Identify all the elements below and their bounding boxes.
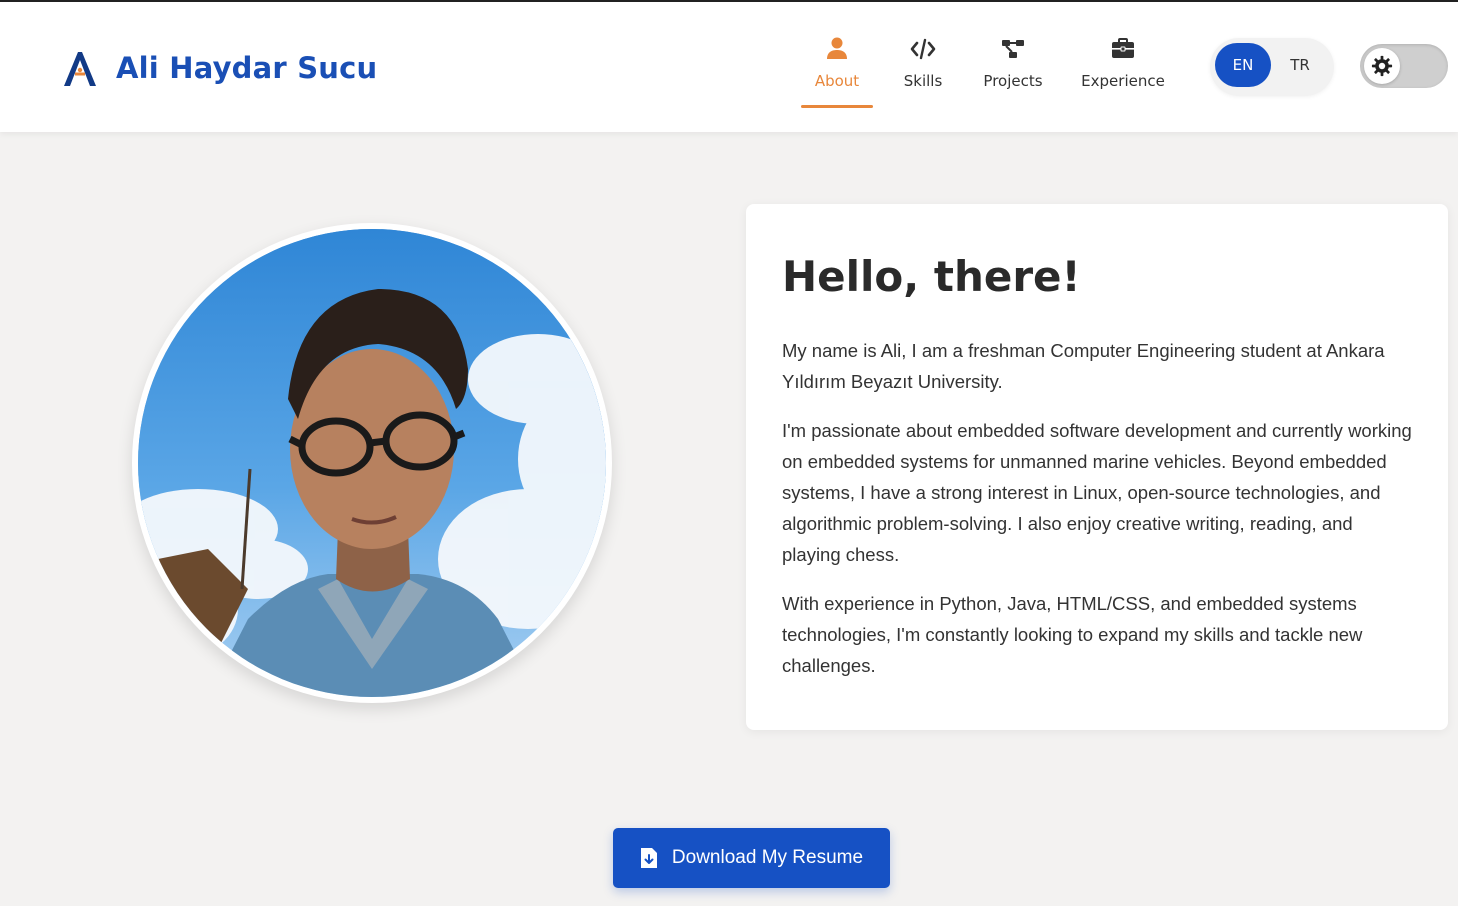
nav-label-about: About bbox=[814, 72, 860, 90]
nav-item-about[interactable]: About bbox=[801, 36, 873, 108]
about-paragraph-3: With experience in Python, Java, HTML/CS… bbox=[782, 593, 1363, 676]
theme-knob bbox=[1364, 48, 1400, 84]
language-switch: EN TR bbox=[1210, 38, 1334, 96]
download-resume-button[interactable]: Download My Resume bbox=[613, 828, 890, 888]
nav-label-experience: Experience bbox=[1081, 72, 1165, 90]
code-icon bbox=[910, 38, 936, 60]
nav-label-skills: Skills bbox=[903, 72, 943, 90]
profile-photo-frame bbox=[132, 223, 612, 703]
about-paragraph-1: My name is Ali, I am a freshman Computer… bbox=[782, 340, 1385, 392]
download-resume-label: Download My Resume bbox=[671, 847, 864, 868]
user-icon bbox=[827, 37, 847, 59]
lang-tr-button[interactable]: TR bbox=[1272, 43, 1328, 87]
nav-item-skills[interactable]: Skills bbox=[896, 36, 950, 106]
about-card: Hello, there! My name is Ali, I am a fre… bbox=[746, 204, 1448, 730]
about-paragraph-2: I'm passionate about embedded software d… bbox=[782, 420, 1412, 565]
gear-icon bbox=[1371, 55, 1393, 77]
project-diagram-icon bbox=[1002, 40, 1024, 58]
theme-toggle[interactable] bbox=[1360, 44, 1448, 88]
file-download-icon bbox=[640, 848, 657, 868]
nav-item-experience[interactable]: Experience bbox=[1081, 36, 1165, 106]
profile-photo bbox=[138, 229, 606, 697]
about-heading: Hello, there! bbox=[782, 252, 1081, 301]
nav-label-projects: Projects bbox=[983, 72, 1043, 90]
briefcase-icon bbox=[1112, 38, 1134, 58]
lang-en-button[interactable]: EN bbox=[1215, 43, 1271, 87]
nav-item-projects[interactable]: Projects bbox=[978, 36, 1048, 106]
profile-photo-illustration bbox=[138, 229, 606, 697]
